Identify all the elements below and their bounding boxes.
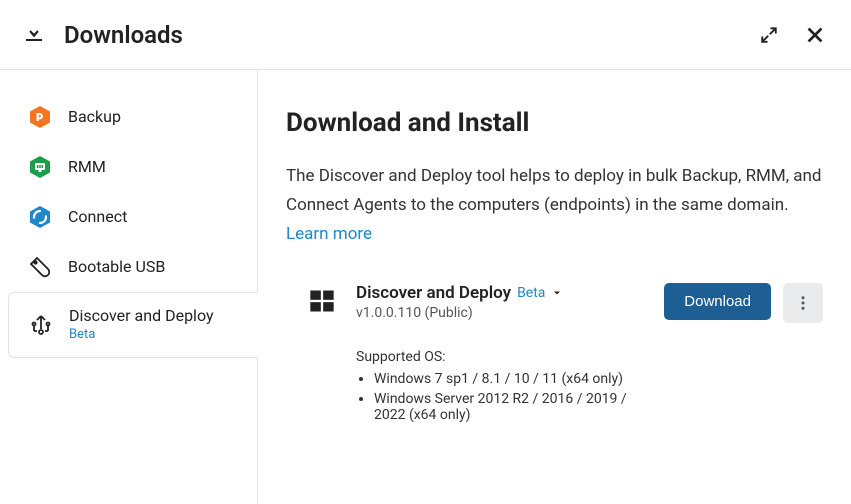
sidebar-item-discover-deploy[interactable]: Discover and Deploy Beta <box>8 292 258 358</box>
beta-badge: Beta <box>69 327 214 344</box>
description-text: The Discover and Deploy tool helps to de… <box>286 166 822 215</box>
product-name-line: Discover and Deploy Beta <box>356 283 644 303</box>
sidebar-item-connect[interactable]: Connect <box>0 192 257 242</box>
connect-icon <box>28 205 52 229</box>
download-icon <box>22 21 46 49</box>
sidebar-item-text: Discover and Deploy Beta <box>69 306 214 344</box>
supported-os-item: Windows Server 2012 R2 / 2016 / 2019 / 2… <box>374 391 644 423</box>
sidebar-item-label: Discover and Deploy <box>69 306 214 327</box>
sidebar-item-bootable-usb[interactable]: Bootable USB <box>0 242 257 292</box>
sidebar-item-label: Bootable USB <box>68 257 165 278</box>
sidebar-item-label: RMM <box>68 157 106 178</box>
backup-icon <box>28 105 52 129</box>
usb-tag-icon <box>28 255 52 279</box>
sidebar-item-text: Backup <box>68 107 121 128</box>
supported-os-list: Windows 7 sp1 / 8.1 / 10 / 11 (x64 only)… <box>356 371 644 423</box>
main-content: Download and Install The Discover and De… <box>258 70 851 504</box>
windows-icon <box>308 287 336 315</box>
product-info: Discover and Deploy Beta v1.0.0.110 (Pub… <box>356 283 644 427</box>
modal-header: Downloads <box>0 0 851 70</box>
sidebar-item-rmm[interactable]: RMM <box>0 142 257 192</box>
expand-button[interactable] <box>755 21 783 49</box>
layout: Backup RMM Connect Bootable USB <box>0 70 851 504</box>
sidebar: Backup RMM Connect Bootable USB <box>0 70 258 504</box>
sidebar-item-text: RMM <box>68 157 106 178</box>
close-button[interactable] <box>801 21 829 49</box>
page-heading: Download and Install <box>286 108 823 138</box>
rmm-icon <box>28 155 52 179</box>
supported-os-label: Supported OS: <box>356 349 644 365</box>
product-beta-tag: Beta <box>517 285 545 301</box>
modal-title: Downloads <box>64 21 737 49</box>
product-version: v1.0.0.110 (Public) <box>356 305 644 321</box>
sidebar-item-text: Connect <box>68 207 127 228</box>
learn-more-link[interactable]: Learn more <box>286 224 372 244</box>
supported-os: Supported OS: Windows 7 sp1 / 8.1 / 10 /… <box>356 349 644 423</box>
more-actions-button[interactable] <box>783 283 823 323</box>
sidebar-item-text: Bootable USB <box>68 257 165 278</box>
download-button[interactable]: Download <box>664 283 771 320</box>
sidebar-item-label: Connect <box>68 207 127 228</box>
product-card: Discover and Deploy Beta v1.0.0.110 (Pub… <box>286 283 823 427</box>
discover-deploy-icon <box>29 313 53 337</box>
supported-os-item: Windows 7 sp1 / 8.1 / 10 / 11 (x64 only) <box>374 371 644 387</box>
product-actions: Download <box>664 283 823 427</box>
version-dropdown-toggle[interactable] <box>551 287 563 299</box>
sidebar-item-backup[interactable]: Backup <box>0 92 257 142</box>
page-description: The Discover and Deploy tool helps to de… <box>286 162 823 249</box>
sidebar-item-label: Backup <box>68 107 121 128</box>
product-name: Discover and Deploy <box>356 283 511 303</box>
